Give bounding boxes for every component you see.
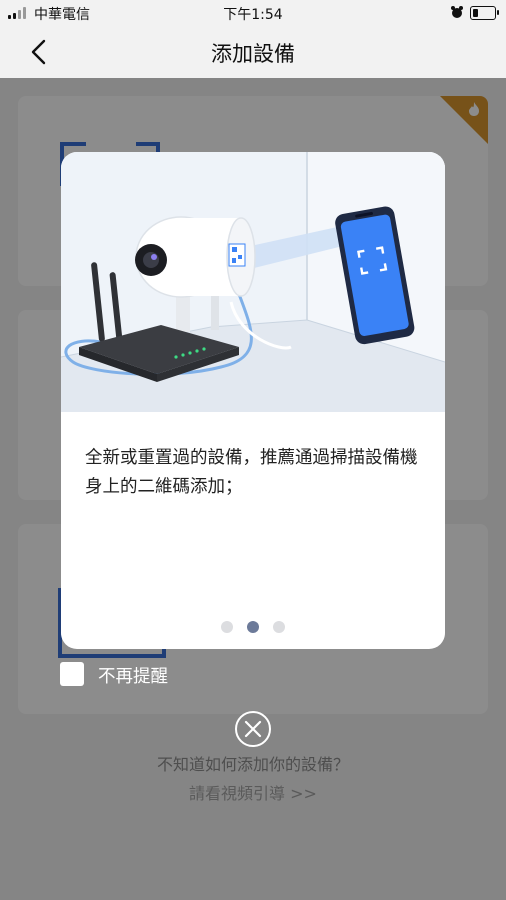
help-question: 不知道如何添加你的設備？ [156,755,349,774]
nav-bar: 添加設備 [0,26,506,78]
video-guide-link[interactable]: 請看視頻引導 >> [0,780,506,804]
battery-icon [470,6,499,20]
scan-qr-illustration [61,152,445,412]
page-dot-active[interactable] [247,621,259,633]
close-icon[interactable] [234,710,272,748]
modal-message: 全新或重置過的設備，推薦通過掃描設備機身上的二維碼添加； [85,448,418,497]
clock: 下午1:54 [223,7,283,23]
page-dot[interactable] [221,621,233,633]
alarm-icon [451,6,463,18]
dont-remind-label: 不再提醒 [98,667,168,687]
page-dot[interactable] [273,621,285,633]
dont-remind-checkbox[interactable] [60,662,84,686]
page-indicator [61,618,445,633]
page-title: 添加設備 [211,42,295,66]
status-bar: 中華電信 下午1:54 [0,0,506,26]
onboarding-modal: 全新或重置過的設備，推薦通過掃描設備機身上的二維碼添加； [61,152,445,649]
